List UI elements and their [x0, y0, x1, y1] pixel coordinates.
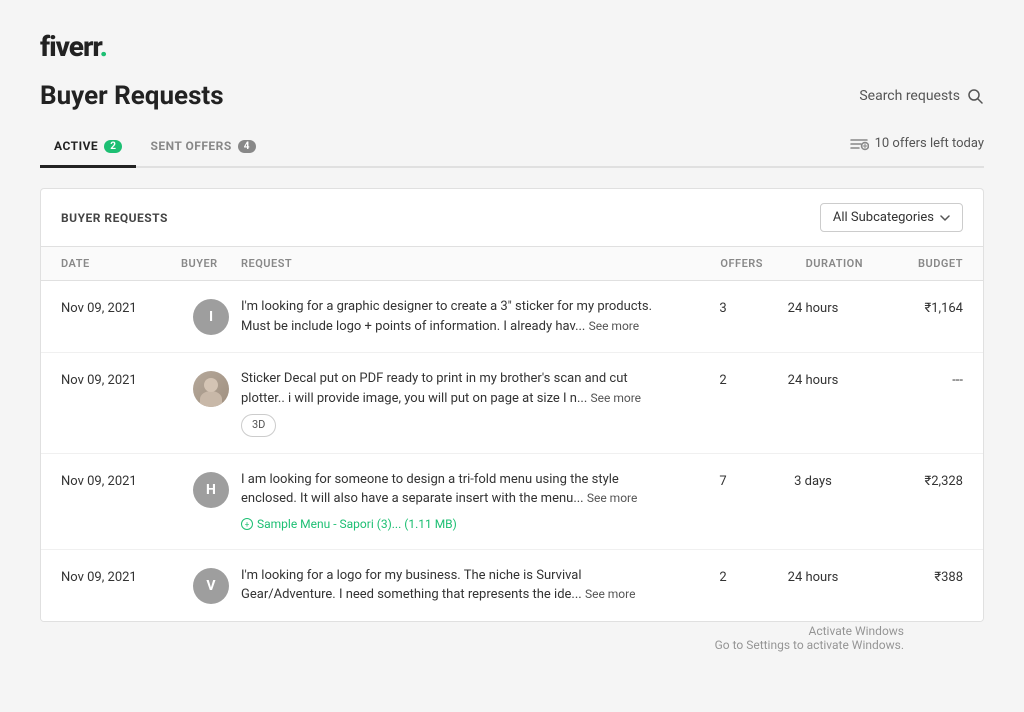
attachment-icon: +: [241, 518, 253, 530]
logo-text: fiverr.: [40, 30, 107, 63]
avatar: H: [193, 472, 229, 508]
row-budget: ₹1,164: [863, 297, 963, 316]
row-offers: 2: [683, 566, 763, 585]
table-card: BUYER REQUESTS All Subcategories DATE BU…: [40, 188, 984, 622]
col-duration: DURATION: [763, 257, 863, 270]
row-date: Nov 09, 2021: [61, 566, 181, 585]
col-buyer: BUYER: [181, 257, 241, 270]
offers-left-label: 10 offers left today: [875, 136, 984, 151]
see-more-link[interactable]: See more: [591, 391, 642, 405]
row-request: I'm looking for a logo for my business. …: [241, 566, 683, 605]
tab-sent-offers[interactable]: SENT OFFERS 4: [136, 129, 270, 168]
col-offers: OFFERS: [683, 257, 763, 270]
tab-active-label: ACTIVE: [54, 139, 98, 153]
search-area[interactable]: Search requests: [859, 87, 984, 105]
row-offers: 7: [683, 470, 763, 489]
activate-line1: Activate Windows: [715, 624, 904, 638]
logo-wordmark: fiverr: [40, 30, 100, 63]
subcategory-dropdown[interactable]: All Subcategories: [820, 203, 963, 232]
avatar: I: [193, 299, 229, 335]
logo-dot: .: [100, 30, 107, 63]
row-buyer: I: [181, 297, 241, 335]
tab-sent-offers-badge: 4: [238, 140, 256, 153]
row-request: Sticker Decal put on PDF ready to print …: [241, 369, 683, 437]
tag-badge: 3D: [241, 414, 276, 437]
row-buyer: [181, 369, 241, 407]
row-buyer: H: [181, 470, 241, 508]
see-more-link[interactable]: See more: [585, 587, 636, 601]
page-header: Buyer Requests Search requests: [40, 81, 984, 111]
see-more-link[interactable]: See more: [587, 491, 638, 505]
page-title: Buyer Requests: [40, 81, 224, 111]
table-section-title: BUYER REQUESTS: [61, 211, 168, 225]
tab-active-badge: 2: [104, 140, 122, 153]
row-budget: ---: [863, 369, 963, 388]
chevron-down-icon: [940, 215, 950, 221]
row-buyer: V: [181, 566, 241, 604]
row-date: Nov 09, 2021: [61, 297, 181, 316]
row-offers: 2: [683, 369, 763, 388]
col-budget: BUDGET: [863, 257, 963, 270]
attachment-link[interactable]: + Sample Menu - Sapori (3)... (1.11 MB): [241, 515, 673, 533]
activate-line2: Go to Settings to activate Windows.: [715, 638, 904, 652]
table-header-row: BUYER REQUESTS All Subcategories: [41, 189, 983, 247]
offers-icon: [849, 136, 869, 152]
table-row: Nov 09, 2021 Sticker Decal put on PDF re…: [41, 353, 983, 454]
avatar: V: [193, 568, 229, 604]
row-budget: ₹2,328: [863, 470, 963, 489]
avatar: [193, 371, 229, 407]
table-row: Nov 09, 2021 I I'm looking for a graphic…: [41, 281, 983, 353]
column-headers: DATE BUYER REQUEST OFFERS DURATION BUDGE…: [41, 247, 983, 281]
tabs-row: ACTIVE 2 SENT OFFERS 4 10 offers left to…: [40, 129, 984, 168]
row-duration: 3 days: [763, 470, 863, 489]
row-offers: 3: [683, 297, 763, 316]
svg-text:+: +: [245, 520, 250, 529]
tab-sent-offers-label: SENT OFFERS: [150, 139, 231, 153]
row-duration: 24 hours: [763, 369, 863, 388]
table-row: Nov 09, 2021 V I'm looking for a logo fo…: [41, 550, 983, 621]
subcategory-label: All Subcategories: [833, 210, 934, 225]
offers-left: 10 offers left today: [849, 136, 984, 160]
search-label: Search requests: [859, 88, 960, 104]
row-duration: 24 hours: [763, 297, 863, 316]
tab-active[interactable]: ACTIVE 2: [40, 129, 136, 168]
row-date: Nov 09, 2021: [61, 470, 181, 489]
table-row: Nov 09, 2021 H I am looking for someone …: [41, 454, 983, 550]
row-budget: ₹388: [863, 566, 963, 585]
activate-windows-watermark: Activate Windows Go to Settings to activ…: [715, 624, 904, 652]
col-request: REQUEST: [241, 257, 683, 270]
attachment-filename: Sample Menu - Sapori (3)... (1.11 MB): [257, 515, 457, 533]
see-more-link[interactable]: See more: [589, 319, 640, 333]
col-date: DATE: [61, 257, 181, 270]
row-request: I'm looking for a graphic designer to cr…: [241, 297, 683, 336]
logo-area: fiverr.: [40, 30, 984, 63]
tabs-left: ACTIVE 2 SENT OFFERS 4: [40, 129, 270, 166]
row-duration: 24 hours: [763, 566, 863, 585]
row-request: I am looking for someone to design a tri…: [241, 470, 683, 533]
row-date: Nov 09, 2021: [61, 369, 181, 388]
search-icon[interactable]: [966, 87, 984, 105]
